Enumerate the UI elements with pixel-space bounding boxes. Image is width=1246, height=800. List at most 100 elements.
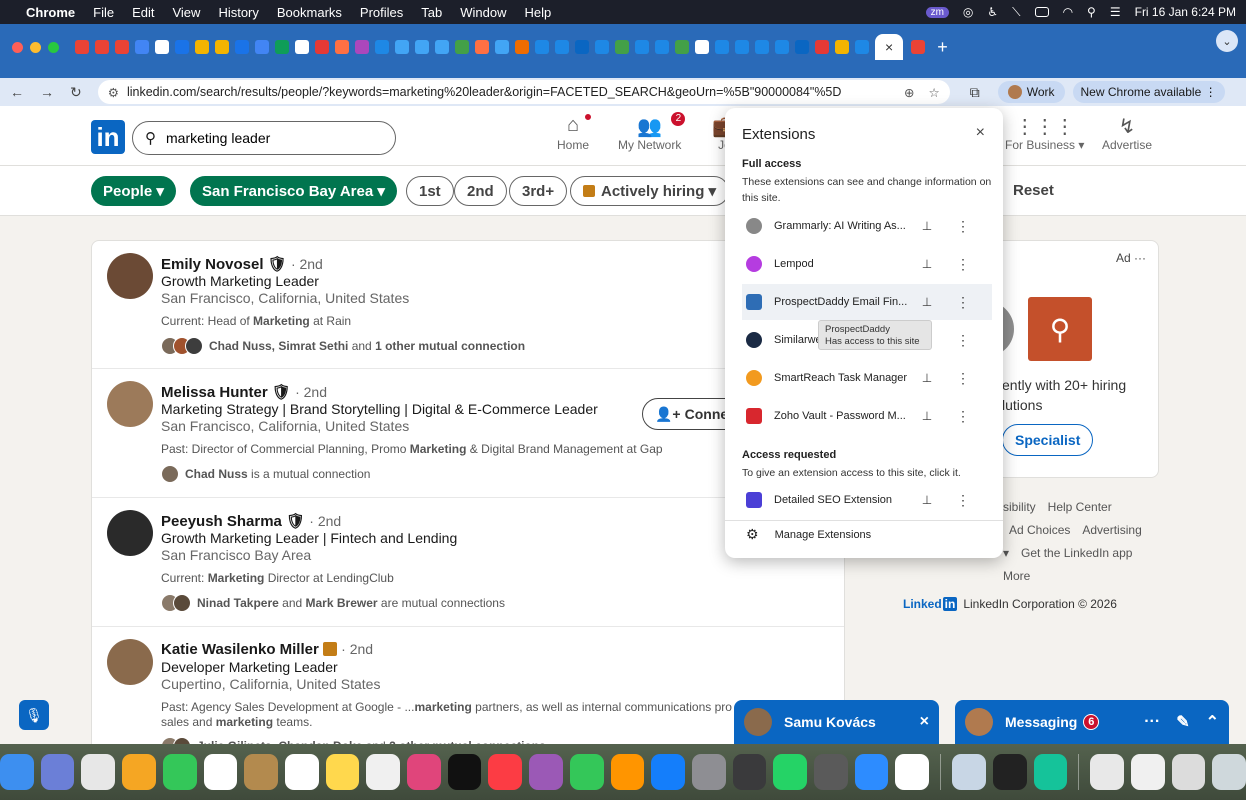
nav-advertise[interactable]: ↯ Advertise [1102, 114, 1152, 152]
tab-favicon-icon[interactable] [495, 40, 509, 54]
finder-icon[interactable] [0, 754, 34, 790]
trash-icon[interactable] [1212, 754, 1246, 790]
music-icon[interactable] [488, 754, 523, 790]
spotlight-icon[interactable]: ⚲ [1087, 5, 1096, 19]
firefox-icon[interactable] [407, 754, 441, 790]
tab-favicon-icon[interactable] [215, 40, 229, 54]
linkedin-logo[interactable]: in [91, 120, 125, 154]
zoom-window-button[interactable] [48, 41, 59, 53]
tab-favicon-icon[interactable] [255, 40, 269, 54]
footer-dropdown-chevron[interactable]: ▾ [1003, 546, 1009, 560]
photos-icon[interactable] [122, 754, 156, 790]
accessibility-status-icon[interactable]: ♿︎ [987, 5, 998, 19]
more-vert-icon[interactable]: ⋮ [956, 332, 970, 349]
tab-favicon-icon[interactable] [395, 40, 409, 54]
screen-sharing-icon[interactable] [952, 754, 986, 790]
menu-edit[interactable]: Edit [132, 5, 154, 20]
extensions-puzzle-icon[interactable]: ⧉ [962, 81, 988, 103]
tab-close-icon[interactable]: × [885, 39, 893, 55]
tab-favicon-icon[interactable] [335, 40, 349, 54]
menu-tab[interactable]: Tab [421, 5, 442, 20]
bookmark-star-icon[interactable]: ☆ [929, 85, 940, 100]
extension-item-lempod[interactable]: Lempod ⊥ ⋮ [742, 246, 992, 282]
filter-3rd-plus[interactable]: 3rd+ [509, 176, 568, 206]
more-vert-icon[interactable]: ⋮ [956, 492, 970, 509]
tab-favicon-icon[interactable] [655, 40, 669, 54]
more-vert-icon[interactable]: ⋮ [956, 218, 970, 235]
notes-icon[interactable] [325, 754, 360, 790]
search-input[interactable] [166, 130, 366, 146]
menu-view[interactable]: View [172, 5, 200, 20]
filter-location[interactable]: San Francisco Bay Area ▾ [190, 176, 397, 206]
extension-item-smartreach[interactable]: SmartReach Task Manager ⊥ ⋮ [742, 360, 992, 396]
tab-favicon-icon[interactable] [355, 40, 369, 54]
tab-favicon-icon[interactable] [615, 40, 629, 54]
tab-favicon-icon[interactable] [435, 40, 449, 54]
tab-favicon-icon[interactable] [755, 40, 769, 54]
close-icon[interactable]: × [976, 124, 985, 142]
tab-favicon-icon[interactable] [695, 40, 709, 54]
footer-link-advertising[interactable]: Advertising [1082, 523, 1141, 537]
messaging-bar[interactable]: Messaging 6 ··· ✎ ⌃ [955, 700, 1229, 744]
app-store-icon[interactable] [651, 754, 685, 790]
result-name[interactable]: Katie Wasilenko Miller · 2nd [161, 641, 373, 658]
tab-favicon-icon[interactable] [835, 40, 849, 54]
terminal-icon[interactable] [992, 754, 1027, 790]
mutual-names[interactable]: Chad Nuss [185, 467, 248, 481]
result-name[interactable]: Peeyush Sharma 🛡︎ · 2nd [161, 512, 341, 530]
footer-link-get-app[interactable]: Get the LinkedIn app [1021, 546, 1132, 560]
pin-icon[interactable]: ⊥ [916, 371, 938, 385]
tab-favicon-icon[interactable] [235, 40, 249, 54]
tab-favicon-icon[interactable] [455, 40, 469, 54]
linkedin-search-box[interactable]: ⚲ [132, 121, 396, 155]
numbers-icon[interactable] [569, 754, 604, 790]
tab-favicon-icon[interactable] [515, 40, 529, 54]
extension-item-zoho-vault[interactable]: Zoho Vault - Password M... ⊥ ⋮ [742, 398, 992, 434]
person-name[interactable]: Peeyush Sharma [161, 513, 282, 530]
minimize-window-button[interactable] [30, 41, 41, 53]
chat-window-bar[interactable]: Samu Kovács × [734, 700, 939, 744]
tab-favicon-icon[interactable] [315, 40, 329, 54]
help-icon[interactable] [814, 754, 848, 790]
mutual-others[interactable]: Mark Brewer [306, 596, 378, 610]
pin-icon[interactable]: ⊥ [916, 409, 938, 423]
menu-file[interactable]: File [93, 5, 114, 20]
avatar[interactable] [107, 381, 153, 427]
launchpad-icon[interactable] [40, 754, 75, 790]
reload-icon[interactable]: ↻ [70, 84, 82, 101]
window-preview-icon[interactable] [1171, 754, 1206, 790]
document-icon[interactable] [1090, 754, 1124, 790]
footer-link-more[interactable]: More [1003, 569, 1030, 583]
chat-contact-name[interactable]: Samu Kovács [784, 714, 876, 730]
filter-1st[interactable]: 1st [406, 176, 454, 206]
extension-item-detailed-seo[interactable]: Detailed SEO Extension ⊥ ⋮ [742, 482, 992, 518]
search-magnifier-icon[interactable]: ⚲ [1028, 297, 1092, 361]
more-options-icon[interactable]: ··· [1144, 713, 1160, 731]
avatar[interactable] [107, 253, 153, 299]
linkedin-tab-icon[interactable] [575, 40, 589, 54]
manage-extensions-button[interactable]: ⚙︎ Manage Extensions [742, 526, 871, 543]
more-vert-icon[interactable]: ⋮ [956, 408, 970, 425]
avatar[interactable] [107, 510, 153, 556]
gmail-tab-icon[interactable] [75, 40, 89, 54]
gmail-tab-icon[interactable] [115, 40, 129, 54]
tab-favicon-icon[interactable] [735, 40, 749, 54]
gmail-tab-icon[interactable] [911, 40, 926, 54]
more-vert-icon[interactable]: ⋮ [956, 370, 970, 387]
apple-tv-icon[interactable] [447, 754, 482, 790]
tab-favicon-icon[interactable] [295, 40, 309, 54]
tab-favicon-icon[interactable] [815, 40, 829, 54]
document-icon[interactable] [1130, 754, 1165, 790]
pin-icon[interactable]: ⊥ [916, 493, 938, 507]
extension-item-prospectdaddy[interactable]: ProspectDaddy Email Fin... ⊥ ⋮ [742, 284, 992, 320]
address-bar[interactable]: ⚙︎ linkedin.com/search/results/people/?k… [97, 80, 950, 104]
person-name[interactable]: Melissa Hunter [161, 384, 268, 401]
tab-favicon-icon[interactable] [775, 40, 789, 54]
mutual-connections[interactable]: Chad Nuss, Simrat Sethi and 1 other mutu… [161, 337, 525, 355]
compose-icon[interactable]: ✎ [1176, 712, 1189, 732]
footer-link-help-center[interactable]: Help Center [1048, 500, 1112, 514]
tab-favicon-icon[interactable] [175, 40, 189, 54]
extension-item-grammarly[interactable]: Grammarly: AI Writing As... ⊥ ⋮ [742, 208, 992, 244]
pages-icon[interactable] [610, 754, 645, 790]
nav-my-network[interactable]: 👥 2 My Network [618, 112, 686, 152]
